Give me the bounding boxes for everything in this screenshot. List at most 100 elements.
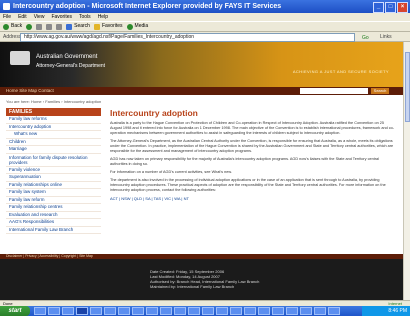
taskbar-item[interactable]: [104, 307, 116, 315]
taskbar-item[interactable]: [286, 307, 298, 315]
main-content: Intercountry adoption Australia is a par…: [110, 108, 395, 203]
search-label: Search: [74, 23, 90, 29]
sidebar-item[interactable]: What's new: [6, 131, 101, 139]
sidebar-item[interactable]: Marriage: [6, 146, 101, 154]
taskbar-item[interactable]: [230, 307, 242, 315]
close-button[interactable]: ×: [397, 2, 408, 13]
scrollbar-thumb[interactable]: [405, 52, 410, 122]
sidebar: FAMILIES Family law reforms Intercountry…: [6, 108, 101, 234]
top-nav: Home Site Map Contact Search: [0, 87, 403, 95]
content-paragraph: Australia is a party to the Hague Conven…: [110, 121, 395, 135]
refresh-icon: [46, 23, 53, 30]
ie-icon: [3, 3, 10, 10]
taskbar-item[interactable]: [272, 307, 284, 315]
media-icon: [126, 23, 133, 30]
stop-button[interactable]: [36, 23, 43, 30]
sidebar-item[interactable]: Family law reform: [6, 197, 101, 204]
menu-favorites[interactable]: Favorites: [51, 13, 72, 21]
sidebar-item[interactable]: Evaluation and research: [6, 212, 101, 219]
taskbar-item[interactable]: [216, 307, 228, 315]
search-button[interactable]: Search: [66, 21, 90, 32]
state-authority-links[interactable]: ACT | NSW | QLD | SA | TAS | VIC | WA | …: [110, 196, 395, 201]
back-button[interactable]: Back: [3, 21, 22, 32]
menu-bar: File Edit View Favorites Tools Help: [0, 13, 410, 21]
window-title: Intercountry adoption - Microsoft Intern…: [13, 3, 282, 10]
sidebar-item[interactable]: Information for family dispute resolutio…: [6, 154, 101, 167]
taskbar-item[interactable]: [160, 307, 172, 315]
dept-name-line2: Attorney-General's Department: [36, 63, 106, 69]
content-paragraph: For information on a number of AGD's cur…: [110, 170, 232, 174]
taskbar-item[interactable]: [62, 307, 74, 315]
footer-maintained-by: Maintained by: International Family Law …: [150, 284, 235, 289]
site-search-button[interactable]: Search: [371, 88, 389, 94]
taskbar-item[interactable]: [258, 307, 270, 315]
footer-info: Date Created: Friday, 15 September 2006 …: [150, 269, 259, 289]
system-tray: 8:46 PM: [362, 306, 410, 316]
taskbar-item[interactable]: [132, 307, 144, 315]
banner-motto: ACHIEVING A JUST AND SECURE SOCIETY: [292, 69, 389, 74]
links-button[interactable]: Links: [380, 32, 392, 42]
sidebar-item[interactable]: International Family Law Branch: [6, 227, 101, 234]
sidebar-item[interactable]: Family relationship centres: [6, 204, 101, 212]
menu-help[interactable]: Help: [98, 13, 108, 21]
taskbar-item-ie[interactable]: [76, 307, 88, 315]
taskbar-item[interactable]: [48, 307, 60, 315]
taskbar-item[interactable]: [314, 307, 326, 315]
top-nav-links[interactable]: Home Site Map Contact: [6, 87, 54, 95]
clock[interactable]: 8:46 PM: [388, 308, 407, 314]
address-bar: Address http://www.ag.gov.au/www/agd/agd…: [0, 32, 410, 42]
refresh-button[interactable]: [46, 23, 53, 30]
media-label: Media: [134, 23, 149, 29]
stop-icon: [36, 23, 43, 30]
sidebar-item[interactable]: Family law reforms: [6, 116, 101, 124]
maximize-button[interactable]: □: [385, 2, 396, 13]
coat-of-arms-icon: [10, 51, 30, 65]
minimize-button[interactable]: _: [373, 2, 384, 13]
breadcrumb: You are here: Home › Families › Intercou…: [6, 99, 102, 104]
sidebar-item[interactable]: Intercountry adoption: [6, 124, 101, 131]
taskbar-item[interactable]: [300, 307, 312, 315]
taskbar-item[interactable]: [328, 307, 340, 315]
address-label: Address: [3, 34, 22, 40]
sidebar-item[interactable]: Family relationships online: [6, 182, 101, 189]
sidebar-item[interactable]: Children: [6, 139, 101, 146]
taskbar-item[interactable]: [90, 307, 102, 315]
page-viewport: Australian Government Attorney-General's…: [0, 42, 403, 300]
menu-file[interactable]: File: [3, 13, 11, 21]
home-button[interactable]: [56, 23, 63, 30]
dept-name-line1: Australian Government: [36, 54, 98, 60]
sidebar-heading: FAMILIES: [6, 108, 101, 116]
content-paragraph: The department is also involved in the p…: [110, 178, 386, 192]
address-input[interactable]: http://www.ag.gov.au/www/agd/agd.nsf/Pag…: [20, 33, 355, 42]
menu-tools[interactable]: Tools: [79, 13, 91, 21]
start-button[interactable]: start: [0, 306, 30, 316]
sidebar-item[interactable]: AAG's Responsibilities: [6, 219, 101, 227]
favorites-label: Favorites: [101, 23, 123, 29]
home-icon: [56, 23, 63, 30]
taskbar-item[interactable]: [174, 307, 186, 315]
menu-edit[interactable]: Edit: [18, 13, 27, 21]
search-icon: [66, 23, 73, 30]
taskbar-item[interactable]: [244, 307, 256, 315]
favorites-button[interactable]: Favorites: [93, 21, 123, 32]
menu-view[interactable]: View: [34, 13, 45, 21]
page-title: Intercountry adoption: [110, 108, 198, 118]
sidebar-item[interactable]: Family law system: [6, 189, 101, 197]
taskbar-item[interactable]: [202, 307, 214, 315]
site-search-input[interactable]: [300, 88, 368, 94]
taskbar-items: [34, 307, 340, 315]
taskbar-item[interactable]: [188, 307, 200, 315]
sidebar-item[interactable]: Superannuation: [6, 174, 101, 182]
taskbar-item[interactable]: [118, 307, 130, 315]
vertical-scrollbar[interactable]: [403, 42, 410, 300]
forward-button[interactable]: [26, 23, 33, 30]
screen: Intercountry adoption - Microsoft Intern…: [0, 0, 410, 316]
taskbar-item[interactable]: [34, 307, 46, 315]
taskbar-item[interactable]: [146, 307, 158, 315]
media-button[interactable]: Media: [126, 21, 149, 32]
sidebar-item[interactable]: Family violence: [6, 167, 101, 174]
star-icon: [93, 23, 100, 30]
toolbar: Back Search Favorites Media: [0, 21, 410, 32]
site-banner: Australian Government Attorney-General's…: [0, 42, 403, 87]
title-bar: Intercountry adoption - Microsoft Intern…: [0, 0, 410, 13]
